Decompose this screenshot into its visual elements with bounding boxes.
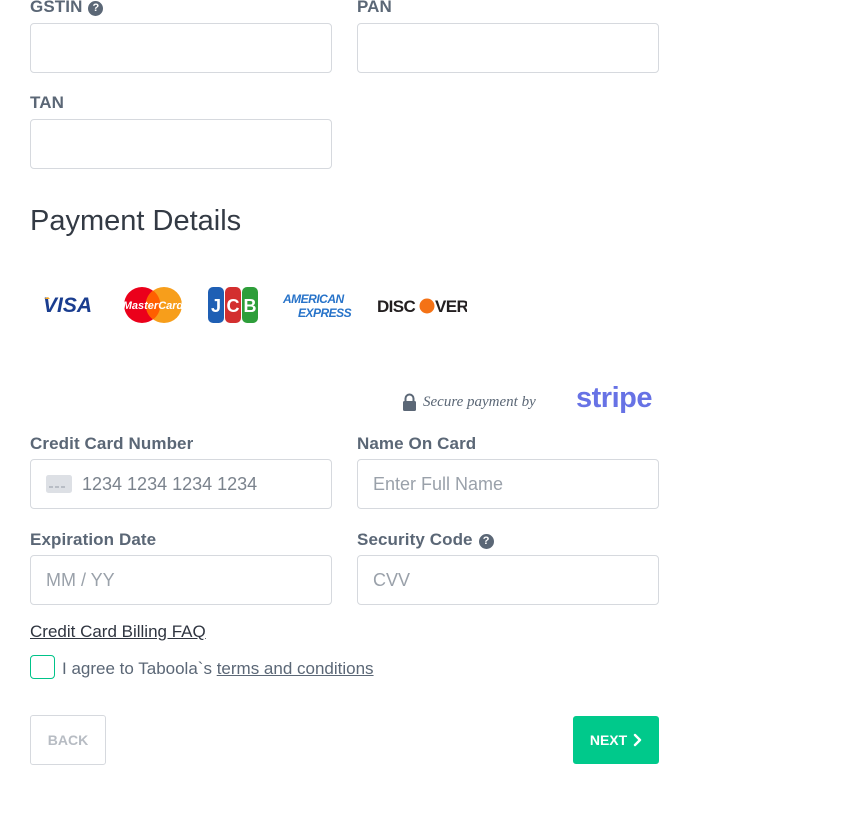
credit-card-icon [46,475,72,493]
visa-logo: VISA [43,294,92,317]
amex-logo: AMERICAN EXPRESS [282,292,352,320]
svg-text:B: B [244,296,257,316]
back-button[interactable]: BACK [30,715,106,765]
help-icon[interactable]: ? [88,1,104,16]
credit-card-billing-faq-link[interactable]: Credit Card Billing FAQ [30,622,206,642]
svg-text:MasterCard: MasterCard [123,300,184,312]
tan-input[interactable] [30,119,332,169]
gstin-label: GSTIN? [30,0,104,17]
tan-label: TAN [30,93,64,112]
mastercard-logo: MasterCard [123,287,184,323]
secure-payment-note: Secure payment by [402,390,536,414]
svg-text:AMERICAN: AMERICAN [282,292,344,306]
chevron-right-icon [633,733,642,747]
cvv-placeholder: CVV [373,569,411,590]
security-code-input[interactable]: CVV [357,555,659,605]
lock-icon [403,393,416,411]
expiration-date-input[interactable]: MM / YY [30,555,332,605]
card-number-label: Credit Card Number [30,434,194,453]
terms-and-conditions-link[interactable]: terms and conditions [217,659,374,678]
terms-agreement: I agree to Taboola`s terms and condition… [62,659,374,678]
card-brands: VISA MasterCard J C B AMERICAN EXPRESS D… [30,285,480,325]
expiry-placeholder: MM / YY [46,569,115,590]
security-code-label: Security Code? [357,530,494,550]
svg-text:VER: VER [435,297,467,316]
payment-details-title: Payment Details [30,205,242,237]
card-number-input[interactable]: 1234 1234 1234 1234 [30,459,332,509]
svg-text:C: C [227,296,240,316]
discover-logo: DISC VER [377,297,467,316]
svg-text:VISA: VISA [43,294,92,317]
expiration-date-label: Expiration Date [30,530,157,549]
svg-text:EXPRESS: EXPRESS [298,306,352,320]
card-number-placeholder: 1234 1234 1234 1234 [82,473,258,494]
next-label: NEXT [589,732,628,748]
next-button[interactable]: NEXT [573,716,659,764]
svg-text:J: J [211,296,221,316]
gstin-input[interactable] [30,23,332,73]
stripe-logo: stripe [576,382,652,414]
name-on-card-input[interactable]: Enter Full Name [357,459,659,509]
help-icon[interactable]: ? [478,534,494,549]
terms-checkbox[interactable] [30,655,55,679]
name-placeholder: Enter Full Name [373,473,504,494]
pan-label: PAN [357,0,392,16]
svg-text:DISC: DISC [377,297,416,316]
secure-payment-text: Secure payment by [423,393,536,410]
jcb-logo: J C B [208,287,258,323]
pan-input[interactable] [357,23,659,73]
name-on-card-label: Name On Card [357,434,477,453]
